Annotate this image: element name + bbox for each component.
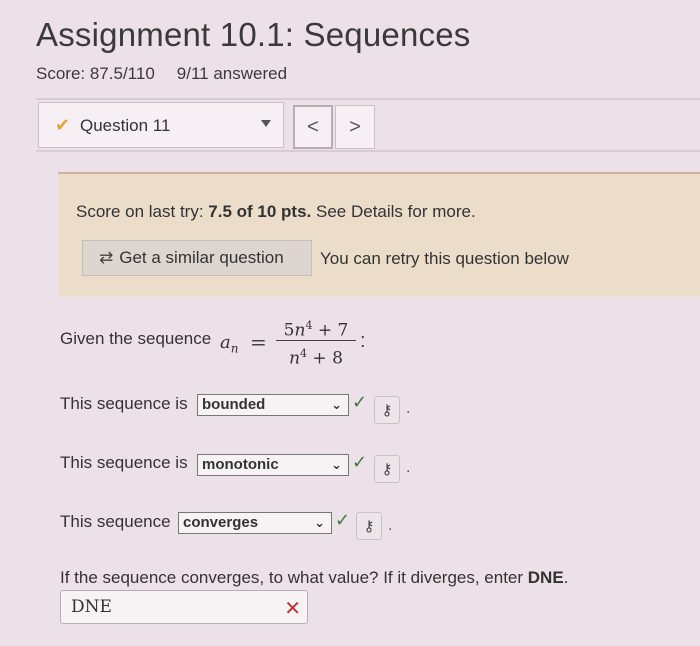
key-icon[interactable]: ⚷ — [374, 396, 400, 424]
last-try-prefix: Score on last try: — [76, 202, 209, 221]
score-summary: Score: 87.5/110 9/11 answered — [36, 64, 287, 84]
next-question-button[interactable]: > — [335, 105, 375, 149]
correct-check-icon: ✓ — [335, 510, 351, 530]
sequence-symbol: an — [220, 332, 238, 356]
score-text: Score: 87.5/110 — [36, 64, 155, 83]
correct-check-icon: ✓ — [352, 392, 368, 412]
period: . — [406, 400, 411, 417]
monotonic-select[interactable]: monotonic ⌄ — [197, 454, 349, 476]
question-select[interactable]: ✔ Question 11 — [38, 102, 284, 148]
assignment-title: Assignment 10.1: Sequences — [36, 16, 471, 53]
period: . — [406, 459, 411, 476]
denominator-rest: + 8 — [307, 348, 343, 369]
last-try-message: Score on last try: 7.5 of 10 pts. See De… — [76, 202, 476, 222]
correct-check-icon: ✓ — [352, 452, 368, 472]
equals-sign: = — [250, 330, 267, 354]
refresh-icon: ⇄ — [99, 248, 114, 267]
chevron-right-icon: > — [349, 115, 361, 138]
sequence-symbol-letter: a — [220, 332, 231, 353]
numerator-rest: + 7 — [312, 320, 349, 341]
numerator-coef: 5 — [283, 320, 295, 341]
limit-answer-value: DNE — [71, 597, 112, 617]
answered-count: 9/11 answered — [176, 64, 288, 83]
chevron-down-icon: ⌄ — [331, 397, 342, 412]
previous-question-button[interactable]: < — [293, 105, 333, 149]
monotonic-select-value: monotonic — [202, 456, 279, 473]
limit-answer-input[interactable]: DNE ✕ — [60, 590, 308, 624]
period: . — [388, 517, 393, 534]
bounded-row-label: This sequence is — [60, 394, 188, 413]
chevron-down-icon — [261, 120, 271, 127]
sequence-fraction: 5n4 + 7 n4 + 8 — [274, 314, 358, 369]
bounded-select[interactable]: bounded ⌄ — [197, 394, 349, 416]
chevron-left-icon: < — [307, 115, 319, 138]
last-try-score: 7.5 of 10 pts. — [208, 202, 312, 221]
last-try-suffix: See Details for more. — [311, 202, 476, 221]
numerator-var: n — [294, 320, 306, 341]
fraction-denominator: n4 + 8 — [274, 343, 358, 369]
chevron-down-icon: ⌄ — [314, 515, 325, 530]
given-text: Given the sequence — [60, 329, 212, 348]
converges-row-label: This sequence — [60, 512, 171, 531]
converges-select[interactable]: converges ⌄ — [178, 512, 332, 534]
sequence-symbol-subscript: n — [230, 341, 239, 356]
similar-question-button[interactable]: ⇄ Get a similar question — [82, 240, 312, 276]
key-icon[interactable]: ⚷ — [356, 512, 382, 540]
limit-question-prefix: If the sequence converges, to what value… — [60, 568, 528, 587]
question-select-label: Question 11 — [80, 116, 171, 135]
colon: : — [360, 330, 366, 352]
key-icon[interactable]: ⚷ — [374, 455, 400, 483]
converges-select-value: converges — [183, 514, 259, 531]
limit-question-bold: DNE — [527, 568, 564, 587]
retry-text: You can retry this question below — [320, 249, 569, 268]
chevron-down-icon: ⌄ — [331, 457, 342, 472]
incorrect-x-icon: ✕ — [284, 598, 301, 620]
fraction-numerator: 5n4 + 7 — [274, 314, 358, 341]
limit-question: If the sequence converges, to what value… — [60, 568, 568, 588]
similar-question-label: Get a similar question — [119, 248, 284, 267]
monotonic-row-label: This sequence is — [60, 453, 188, 472]
check-icon: ✔ — [55, 115, 71, 135]
limit-question-suffix: . — [563, 568, 569, 587]
bounded-select-value: bounded — [202, 396, 266, 413]
denominator-var: n — [289, 348, 301, 369]
score-notice: Score on last try: 7.5 of 10 pts. See De… — [58, 172, 700, 296]
denominator-exp: 4 — [300, 347, 308, 360]
